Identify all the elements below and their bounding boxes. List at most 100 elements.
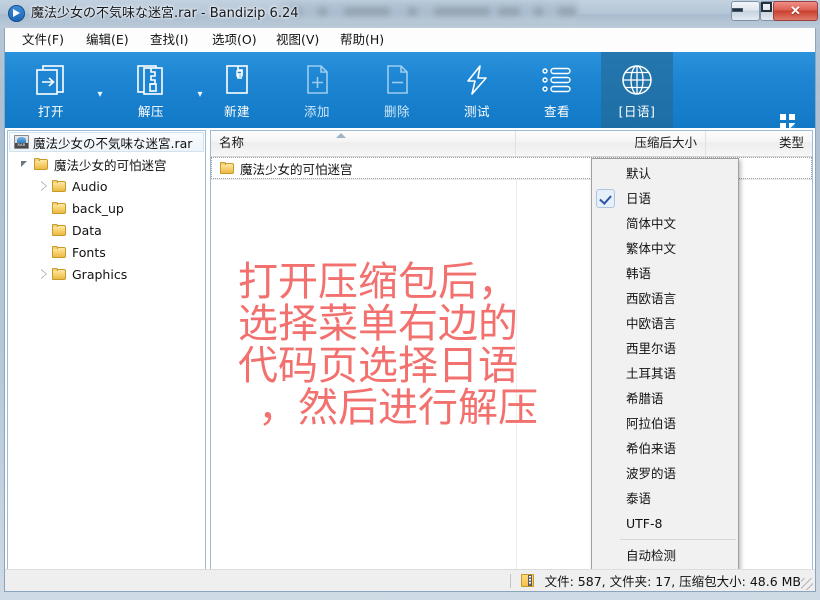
- menu-item-japanese[interactable]: 日语: [592, 186, 738, 211]
- menu-item-traditional-chinese[interactable]: 繁体中文: [592, 236, 738, 261]
- open-archive-icon: [34, 63, 68, 97]
- folder-icon: [52, 245, 67, 259]
- chevron-down-icon[interactable]: [20, 158, 32, 170]
- menu-find[interactable]: 查找(I): [141, 28, 197, 52]
- annotation-line-2: 选择菜单右边的: [238, 301, 518, 347]
- menu-item-auto-detect[interactable]: 自动检测: [592, 543, 738, 568]
- tree-item-root-folder[interactable]: 魔法少女的可怕迷宫: [8, 153, 205, 175]
- status-bar: 文件: 587, 文件夹: 17, 压缩包大小: 48.6 MB: [5, 569, 815, 591]
- menu-item-label: 希伯来语: [626, 441, 677, 456]
- toolbar-codepage-button[interactable]: [日语]: [601, 52, 673, 128]
- menu-item-label: 阿拉伯语: [626, 416, 677, 431]
- bandizip-app-icon: [8, 5, 25, 22]
- toolbar-delete-button[interactable]: 删除: [361, 52, 433, 128]
- tree-item-fonts[interactable]: Fonts: [8, 241, 205, 263]
- folder-icon: [52, 201, 67, 215]
- layout-grid-icon[interactable]: [778, 112, 798, 128]
- menu-item-label: 自动检测: [626, 548, 677, 563]
- menu-item-hebrew[interactable]: 希伯来语: [592, 436, 738, 461]
- toolbar-codepage-label: [日语]: [618, 104, 656, 119]
- rar-archive-icon: [14, 135, 29, 149]
- annotation-line-1: 打开压缩包后，: [238, 259, 518, 305]
- menu-item-label: 韩语: [626, 266, 652, 281]
- menu-item-korean[interactable]: 韩语: [592, 261, 738, 286]
- toolbar-add-button[interactable]: 添加: [281, 52, 353, 128]
- menu-item-label: UTF-8: [626, 516, 663, 531]
- toolbar-view-label: 查看: [543, 104, 570, 119]
- expander-placeholder: [38, 246, 50, 258]
- close-button[interactable]: ✕: [773, 1, 818, 21]
- menu-item-central-european[interactable]: 中欧语言: [592, 311, 738, 336]
- menu-help[interactable]: 帮助(H): [331, 28, 393, 52]
- menu-item-baltic[interactable]: 波罗的语: [592, 461, 738, 486]
- archive-tree-pane[interactable]: 魔法少女の不気味な迷宮.rar 魔法少女的可怕迷宫 Audio back_up: [7, 130, 206, 570]
- tree-item-label: Graphics: [72, 266, 128, 282]
- toolbar-delete-label: 删除: [383, 104, 410, 119]
- toolbar-open-label: 打开: [37, 104, 64, 119]
- column-divider: [516, 179, 517, 569]
- toolbar-extract-button[interactable]: 解压: [109, 52, 193, 128]
- resize-grip-icon[interactable]: [801, 578, 813, 590]
- close-icon: ✕: [790, 3, 801, 18]
- column-header-type[interactable]: 类型: [706, 131, 812, 155]
- menu-item-label: 中欧语言: [626, 316, 677, 331]
- menu-item-label: 西欧语言: [626, 291, 677, 306]
- menu-item-western-european[interactable]: 西欧语言: [592, 286, 738, 311]
- status-right-region: 文件: 587, 文件夹: 17, 压缩包大小: 48.6 MB: [509, 570, 815, 591]
- toolbar-open-dropdown-caret[interactable]: ▾: [93, 88, 107, 102]
- menu-item-arabic[interactable]: 阿拉伯语: [592, 411, 738, 436]
- toolbar-extract-label: 解压: [137, 104, 164, 119]
- add-file-icon: [300, 63, 334, 97]
- menu-item-utf8[interactable]: UTF-8: [592, 511, 738, 536]
- tree-item-audio[interactable]: Audio: [8, 175, 205, 197]
- toolbar-new-button[interactable]: 新建: [201, 52, 273, 128]
- menu-view[interactable]: 视图(V): [267, 28, 328, 52]
- status-text: 文件: 587, 文件夹: 17, 压缩包大小: 48.6 MB: [544, 574, 801, 589]
- bandizip-window: 魔法少女の不気味な迷宮.rar - Bandizip 6.24 ✕ 文件(F) …: [0, 0, 820, 600]
- title-bar[interactable]: 魔法少女の不気味な迷宮.rar - Bandizip 6.24 ✕: [0, 0, 820, 28]
- menu-item-cyrillic[interactable]: 西里尔语: [592, 336, 738, 361]
- menu-item-simplified-chinese[interactable]: 简体中文: [592, 211, 738, 236]
- menu-item-label: 土耳其语: [626, 366, 677, 381]
- toolbar-new-label: 新建: [223, 104, 250, 119]
- menu-options[interactable]: 选项(O): [203, 28, 266, 52]
- file-list-header: 名称 压缩后大小 类型: [211, 131, 812, 157]
- tree-item-data[interactable]: Data: [8, 219, 205, 241]
- menu-edit[interactable]: 编辑(E): [77, 28, 138, 52]
- folder-icon: [52, 179, 67, 193]
- menu-item-turkish[interactable]: 土耳其语: [592, 361, 738, 386]
- menu-item-label: 希腊语: [626, 391, 664, 406]
- extract-icon: [134, 63, 168, 97]
- toolbar-add-label: 添加: [303, 104, 330, 119]
- menu-file[interactable]: 文件(F): [13, 28, 73, 52]
- expander-placeholder: [38, 202, 50, 214]
- menu-item-default[interactable]: 默认: [592, 161, 738, 186]
- chevron-right-icon[interactable]: [38, 268, 50, 280]
- title-bar-blurred-overlay: [282, 1, 578, 23]
- minimize-button[interactable]: [731, 1, 760, 21]
- toolbar-open-button[interactable]: 打开: [9, 52, 93, 128]
- menu-item-greek[interactable]: 希腊语: [592, 386, 738, 411]
- view-list-icon: [540, 63, 574, 97]
- codepage-dropdown-menu[interactable]: 默认 日语 简体中文 繁体中文 韩语 西欧语言 中欧语言 西里尔语 土耳其语 希…: [591, 158, 739, 571]
- tree-item-back-up[interactable]: back_up: [8, 197, 205, 219]
- tree-item-label: 魔法少女的可怕迷宫: [54, 157, 167, 173]
- menu-item-thai[interactable]: 泰语: [592, 486, 738, 511]
- sort-ascending-icon: [336, 133, 346, 138]
- toolbar-view-button[interactable]: 查看: [521, 52, 593, 128]
- column-header-name[interactable]: 名称: [211, 131, 516, 155]
- new-archive-icon: [220, 63, 254, 97]
- expander-placeholder: [38, 224, 50, 236]
- toolbar-test-label: 测试: [463, 104, 490, 119]
- tree-item-label: back_up: [72, 200, 124, 216]
- globe-icon: [620, 63, 654, 97]
- tree-item-label: Fonts: [72, 244, 106, 260]
- file-row-name: 魔法少女的可怕迷宫: [240, 161, 353, 177]
- menu-item-label: 波罗的语: [626, 466, 677, 481]
- delete-file-icon: [380, 63, 414, 97]
- tree-root-item[interactable]: 魔法少女の不気味な迷宮.rar: [9, 132, 204, 152]
- toolbar-test-button[interactable]: 测试: [441, 52, 513, 128]
- column-header-packed-size[interactable]: 压缩后大小: [516, 131, 706, 155]
- tree-item-graphics[interactable]: Graphics: [8, 263, 205, 285]
- chevron-right-icon[interactable]: [38, 180, 50, 192]
